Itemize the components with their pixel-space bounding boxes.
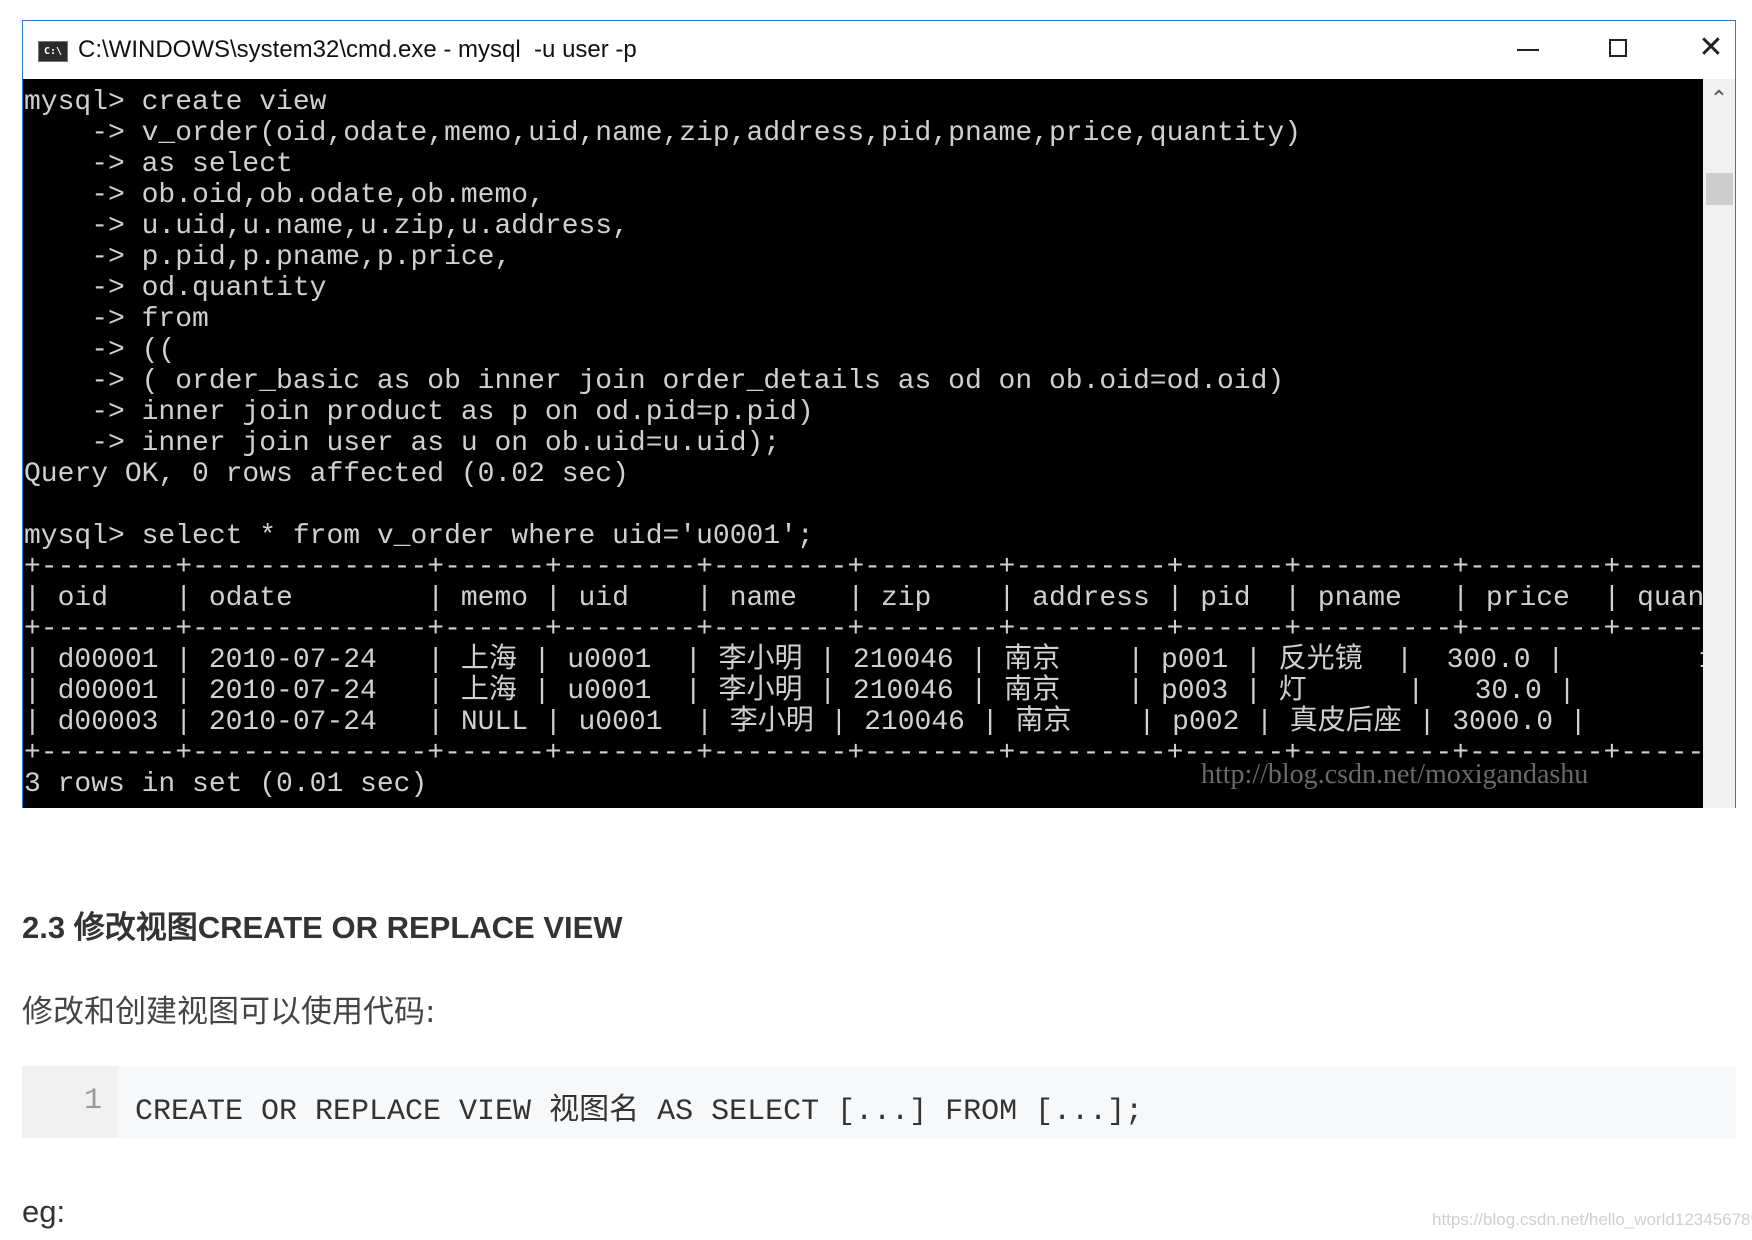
console-line: -> u.uid,u.name,u.zip,u.address, [24,211,629,242]
console-line: -> inner join product as p on od.pid=p.p… [24,397,814,428]
scrollbar-thumb[interactable] [1706,173,1733,205]
console-line: +--------+--------------+------+--------… [24,614,1703,645]
console-line: | d00001 | 2010-07-24 | 上海 | u0001 | 李小明… [24,676,1703,707]
code-block: 1 CREATE OR REPLACE VIEW 视图名 AS SELECT [… [22,1066,1736,1138]
console-line: -> as select [24,149,293,180]
console-line: | d00003 | 2010-07-24 | NULL | u0001 | 李… [24,707,1703,738]
console-line: -> od.quantity [24,273,327,304]
code-line: CREATE OR REPLACE VIEW 视图名 AS SELECT [..… [135,1095,1144,1129]
console-line: +--------+--------------+------+--------… [24,552,1703,583]
window-title: C:\WINDOWS\system32\cmd.exe - mysql -u u… [78,36,637,63]
scroll-up-arrow-icon[interactable]: ⌃ [1703,87,1735,112]
console-line: | d00001 | 2010-07-24 | 上海 | u0001 | 李小明… [24,645,1703,676]
console-line: -> v_order(oid,odate,memo,uid,name,zip,a… [24,118,1302,149]
console-line: -> p.pid,p.pname,p.price, [24,242,512,273]
console-line: Query OK, 0 rows affected (0.02 sec) [24,459,629,490]
console-line: -> (( [24,335,176,366]
close-button[interactable]: ✕ [1665,21,1752,79]
console-line: mysql> create view [24,87,327,118]
maximize-button[interactable] [1573,21,1665,79]
maximize-icon [1609,39,1627,57]
console-line: -> ( order_basic as ob inner join order_… [24,366,1285,397]
close-icon: ✕ [1698,30,1724,65]
console-watermark: http://blog.csdn.net/moxigandashu [1201,759,1589,790]
console-line: -> from [24,304,209,335]
minimize-button[interactable] [1481,21,1573,79]
eg-label: eg: [22,1194,66,1229]
cmd-window: C:\ C:\WINDOWS\system32\cmd.exe - mysql … [22,20,1736,808]
console-line: -> ob.oid,ob.odate,ob.memo, [24,180,545,211]
section-heading: 2.3 修改视图CREATE OR REPLACE VIEW [22,910,623,945]
code-line-gutter: 1 [22,1066,118,1138]
cmd-app-icon: C:\ [38,41,68,62]
console-line: | oid | odate | memo | uid | name | zip … [24,583,1703,614]
minimize-icon [1517,49,1539,51]
line-number: 1 [83,1084,102,1118]
console-line: mysql> select * from v_order where uid='… [24,521,814,552]
console-line: -> inner join user as u on ob.uid=u.uid)… [24,428,781,459]
page-watermark: https://blog.csdn.net/hello_world1234567… [1432,1210,1752,1229]
console-output[interactable]: mysql> create view -> v_order(oid,odate,… [23,79,1703,808]
vertical-scrollbar[interactable]: ⌃ [1703,79,1735,808]
title-bar[interactable]: C:\ C:\WINDOWS\system32\cmd.exe - mysql … [23,21,1735,79]
intro-paragraph: 修改和创建视图可以使用代码: [22,994,436,1030]
console-text: mysql> create view -> v_order(oid,odate,… [24,87,1703,800]
